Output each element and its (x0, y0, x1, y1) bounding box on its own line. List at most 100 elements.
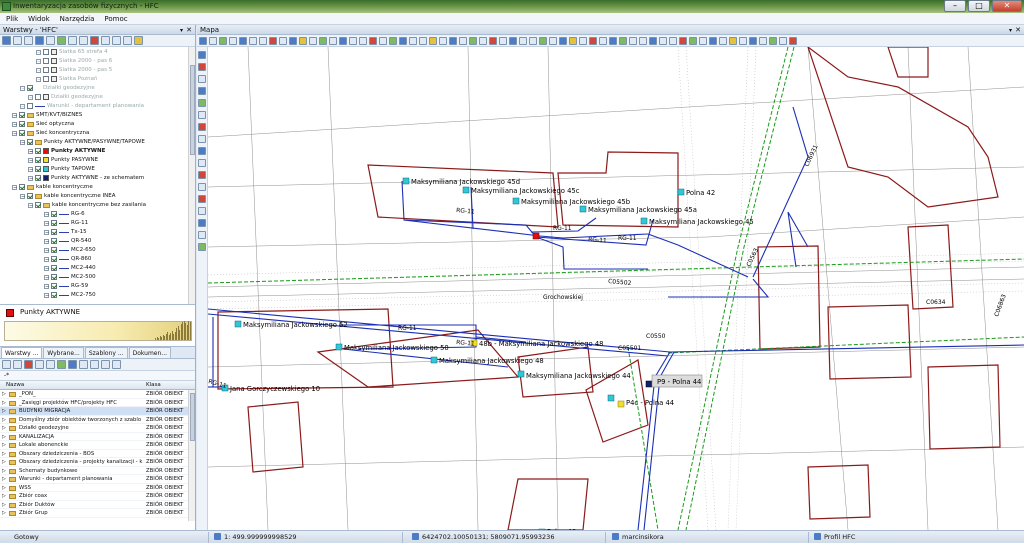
map-label-rg11[interactable]: RG-11 (398, 325, 417, 332)
expand-icon[interactable]: − (28, 148, 33, 154)
expand-arrow-icon[interactable]: ▷ (2, 416, 6, 425)
map-label-mj52[interactable]: Maksymiliana Jackowskiego 52 (243, 321, 348, 329)
delete-icon[interactable] (24, 360, 33, 369)
obj-tool-icon[interactable] (112, 360, 121, 369)
panel-close-icon[interactable]: ✕ (186, 25, 192, 35)
layer-node[interactable]: − MC2-500 (44, 273, 96, 281)
map-tool-icon[interactable] (439, 36, 447, 45)
map-tool-icon[interactable] (779, 36, 787, 45)
map-tool-icon[interactable] (699, 36, 707, 45)
expand-icon[interactable]: − (12, 121, 17, 127)
map-label-p9[interactable]: P9 - Polna 44 (657, 378, 701, 386)
scroll-thumb[interactable] (190, 393, 195, 441)
layer-checkbox[interactable] (43, 58, 49, 64)
map-tool-icon[interactable] (409, 36, 417, 45)
tab-wybrane[interactable]: Wybrane... (43, 347, 84, 358)
map-tool-icon[interactable] (629, 36, 637, 45)
map-tool-icon[interactable] (569, 36, 577, 45)
map-tool-icon[interactable] (749, 36, 757, 45)
layer-node[interactable]: − Sieć optyczna (12, 120, 74, 128)
map-tool-icon[interactable] (459, 36, 467, 45)
expand-icon[interactable]: − (28, 94, 33, 100)
layer-checkbox[interactable] (35, 148, 41, 154)
gear-icon[interactable] (79, 360, 88, 369)
map-label-c06863[interactable]: C06863 (993, 293, 1008, 317)
layer-node[interactable]: − kable koncentryczne INEA (20, 192, 116, 200)
table-row[interactable]: ▷ Domyślny zbiór obiektów tworzonych z sz… (0, 416, 195, 425)
layer-checkbox[interactable] (19, 112, 25, 118)
layer-node[interactable]: − Punkty AKTYWNE (28, 147, 105, 155)
map-label-c0634[interactable]: C0634 (926, 299, 946, 306)
expand-icon[interactable]: − (44, 238, 49, 244)
expand-arrow-icon[interactable]: ▷ (2, 424, 6, 433)
map-tool-icon[interactable] (279, 36, 287, 45)
expand-icon[interactable]: − (20, 103, 25, 109)
layer-checkbox[interactable] (27, 85, 33, 91)
menu-pomoc[interactable]: Pomoc (104, 15, 127, 23)
layer-node[interactable]: − kable koncentryczne bez zasilania (28, 201, 146, 209)
expand-arrow-icon[interactable]: ▷ (2, 407, 6, 416)
layer-node[interactable]: − Działki geodezyjne (20, 84, 95, 92)
expand-icon[interactable]: − (28, 202, 33, 208)
maximize-button[interactable]: □ (968, 0, 990, 12)
expand-icon[interactable]: − (36, 76, 41, 82)
table-row[interactable]: ▷ Lokale abonenckie ZBIÓR OBIEKT (0, 441, 195, 450)
map-side-tool-icon[interactable] (198, 75, 206, 83)
layer-node[interactable]: − Sieć koncentryczna (12, 129, 89, 137)
layer-node[interactable]: − MC2-750 (44, 291, 96, 299)
map-label-mj45d[interactable]: Maksymiliana Jackowskiego 45d (411, 178, 520, 186)
table-row[interactable]: ▷ Schematy budynkowe ZBIÓR OBIEKT (0, 467, 195, 475)
layer-checkbox[interactable] (35, 157, 41, 163)
menu-widok[interactable]: Widok (28, 15, 50, 23)
layer-tool-icon[interactable] (101, 36, 110, 45)
map-label-jg10[interactable]: Jana Gorczyczewskiego 10 (229, 385, 320, 393)
expand-icon[interactable]: − (28, 175, 33, 181)
expand-icon[interactable]: − (36, 67, 41, 73)
map-tool-icon[interactable] (649, 36, 657, 45)
map-drawing[interactable]: Maksymiliana Jackowskiego 45d Maksymilian… (208, 47, 1024, 530)
map-tool-icon[interactable] (369, 36, 377, 45)
map-side-tool-icon[interactable] (198, 63, 206, 71)
layer-node[interactable]: − Punkty PASYWNE (28, 156, 98, 164)
layer-tool-icon[interactable] (13, 36, 22, 45)
map-tool-icon[interactable] (549, 36, 557, 45)
map-side-tool-icon[interactable] (198, 231, 206, 239)
map-tool-icon[interactable] (579, 36, 587, 45)
map-side-tool-icon[interactable] (198, 135, 206, 143)
layer-node[interactable]: − SMT/KVT/BIZNES (12, 111, 82, 119)
layer-checkbox[interactable] (35, 94, 41, 100)
map-label-c06931[interactable]: C06931 (803, 144, 819, 168)
lock-icon[interactable] (134, 36, 143, 45)
layer-checkbox[interactable] (51, 247, 57, 253)
layer-checkbox[interactable] (51, 211, 57, 217)
layer-tool-icon[interactable] (46, 36, 55, 45)
layer-checkbox[interactable] (27, 139, 33, 145)
map-tool-icon[interactable] (419, 36, 427, 45)
layer-tool-icon[interactable] (35, 36, 44, 45)
layer-checkbox[interactable] (51, 274, 57, 280)
layer-checkbox[interactable] (51, 238, 57, 244)
layer-checkbox[interactable] (51, 256, 57, 262)
map-side-tool-icon[interactable] (198, 87, 206, 95)
table-row[interactable]: ▷ Warunki - departament planowania ZBIÓR O… (0, 475, 195, 484)
map-tool-icon[interactable] (259, 36, 267, 45)
map-tool-icon[interactable] (339, 36, 347, 45)
map-tool-icon[interactable] (539, 36, 547, 45)
layer-checkbox[interactable] (27, 193, 33, 199)
table-row[interactable]: ▷ _Zasięgi projektów HFC/projekty HFC ZBIÓ… (0, 399, 195, 408)
map-tool-icon[interactable] (489, 36, 497, 45)
map-side-tool-icon[interactable] (198, 243, 206, 251)
expand-arrow-icon[interactable]: ▷ (2, 484, 6, 493)
map-tool-icon[interactable] (679, 36, 687, 45)
expand-icon[interactable]: − (28, 166, 33, 172)
layer-node[interactable]: − Siatka 2000 - pas 6 (36, 57, 112, 65)
tree-scrollbar[interactable] (188, 47, 195, 304)
map-side-tool-icon[interactable] (198, 207, 206, 215)
map-tool-icon[interactable] (619, 36, 627, 45)
map-tool-icon[interactable] (729, 36, 737, 45)
layer-node[interactable]: − QR-540 (44, 237, 91, 245)
expand-arrow-icon[interactable]: ▷ (2, 399, 6, 408)
obj-tool-icon[interactable] (68, 360, 77, 369)
layer-checkbox[interactable] (19, 184, 25, 190)
expand-icon[interactable]: − (44, 211, 49, 217)
